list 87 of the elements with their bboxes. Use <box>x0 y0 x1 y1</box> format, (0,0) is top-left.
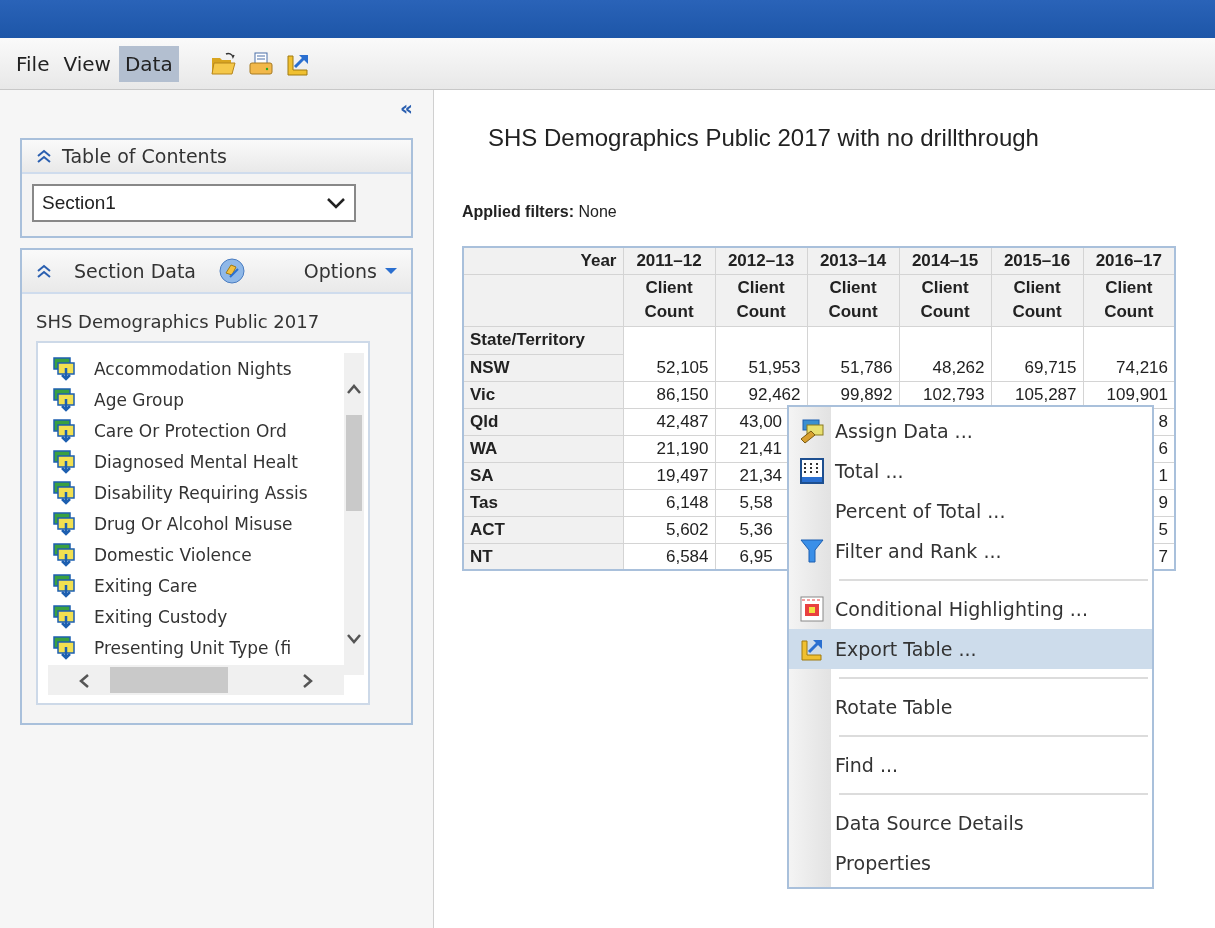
data-item-icon <box>52 479 78 506</box>
field-list-item[interactable]: Exiting Custody <box>94 605 228 628</box>
row-header: State/Territory <box>463 326 623 354</box>
data-item-icon <box>52 355 78 382</box>
measure-header: Client Count <box>919 277 971 323</box>
menu-item[interactable]: Data <box>118 45 179 82</box>
scroll-left-icon[interactable] <box>78 673 90 689</box>
measure-header: Client Count <box>1103 277 1155 323</box>
data-item-icon <box>52 634 78 661</box>
scrollbar-thumb[interactable] <box>346 415 362 511</box>
field-list-item[interactable]: Disability Requiring Assis <box>94 481 308 504</box>
data-item-icon <box>52 572 78 599</box>
context-menu-item[interactable]: Properties <box>789 843 1152 883</box>
data-item-icon <box>52 541 78 568</box>
options-menu-button[interactable]: Options <box>303 256 397 286</box>
panel-title: Table of Contents <box>62 143 227 169</box>
table-cell: 51,953 <box>715 354 807 381</box>
row-header: Tas <box>463 489 623 516</box>
collapse-icon[interactable] <box>36 149 52 163</box>
field-list-item[interactable]: Exiting Care <box>94 574 198 597</box>
assign-data-icon <box>798 417 826 445</box>
data-item-icon <box>52 603 78 630</box>
column-header: 2012–13 <box>715 247 807 274</box>
menu-item[interactable]: File <box>10 45 56 82</box>
table-cell: 52,105 <box>623 354 715 381</box>
field-list-item[interactable]: Drug Or Alcohol Misuse <box>94 512 293 535</box>
column-header: 2014–15 <box>899 247 991 274</box>
total-icon <box>799 457 825 485</box>
horizontal-scrollbar[interactable] <box>48 665 344 695</box>
field-list-item[interactable]: Age Group <box>94 388 185 411</box>
row-header: Vic <box>463 381 623 408</box>
table-cell: 48,262 <box>899 354 991 381</box>
row-header: Qld <box>463 408 623 435</box>
context-menu-item[interactable]: Export Table ... <box>789 629 1152 669</box>
row-header: ACT <box>463 516 623 543</box>
context-menu-item[interactable]: Rotate Table <box>789 687 1152 727</box>
measure-header: Client Count <box>1011 277 1063 323</box>
collapse-panel-button[interactable]: « <box>400 98 413 118</box>
row-header: WA <box>463 435 623 462</box>
row-header: NSW <box>463 354 623 381</box>
field-list-item[interactable]: Domestic Violence <box>94 543 252 566</box>
data-item-icon <box>52 417 78 444</box>
column-header: Year <box>463 247 623 274</box>
measure-header: Client Count <box>735 277 787 323</box>
context-menu-item[interactable]: Data Source Details <box>789 803 1152 843</box>
printer-icon[interactable] <box>246 49 275 78</box>
scroll-down-icon[interactable] <box>346 633 362 645</box>
scroll-up-icon[interactable] <box>346 383 362 395</box>
menu-item[interactable]: View <box>57 45 117 82</box>
funnel-icon <box>799 537 825 565</box>
field-list-item[interactable]: Care Or Protection Ord <box>94 419 287 442</box>
highlighting-icon <box>799 595 825 623</box>
column-header: 2011–12 <box>623 247 715 274</box>
section-select[interactable]: Section1 <box>32 184 356 222</box>
table-cell: 69,715 <box>991 354 1083 381</box>
table-cell: 42,487 <box>623 408 715 435</box>
table-cell: 51,786 <box>807 354 899 381</box>
scrollbar-thumb[interactable] <box>110 667 228 693</box>
table-cell: 5,602 <box>623 516 715 543</box>
measure-header: Client Count <box>643 277 695 323</box>
field-list-item[interactable]: Presenting Unit Type (fi <box>94 636 292 659</box>
table-cell: 6,148 <box>623 489 715 516</box>
collapse-icon[interactable] <box>36 264 52 278</box>
refresh-data-icon[interactable] <box>218 257 246 285</box>
context-menu-item[interactable]: Find ... <box>789 745 1152 785</box>
data-source-name: SHS Demographics Public 2017 <box>36 310 321 334</box>
table-cell: 86,150 <box>623 381 715 408</box>
dropdown-arrow-icon <box>385 267 397 275</box>
chevron-down-icon <box>326 197 346 209</box>
scroll-right-icon[interactable] <box>302 673 314 689</box>
data-item-icon <box>52 510 78 537</box>
table-cell: 21,190 <box>623 435 715 462</box>
context-menu-item[interactable]: Conditional Highlighting ... <box>789 589 1152 629</box>
applied-filters-text: Applied filters: None <box>462 202 618 222</box>
data-item-icon <box>52 386 78 413</box>
row-header: SA <box>463 462 623 489</box>
measure-header: Client Count <box>827 277 879 323</box>
row-header: NT <box>463 543 623 570</box>
vertical-scrollbar[interactable] <box>344 353 364 675</box>
column-header: 2013–14 <box>807 247 899 274</box>
panel-title: Section Data <box>74 258 196 284</box>
field-list-item[interactable]: Accommodation Nights <box>94 357 292 380</box>
field-list-item[interactable]: Diagnosed Mental Healt <box>94 450 298 473</box>
column-header: 2015–16 <box>991 247 1083 274</box>
table-cell: 19,497 <box>623 462 715 489</box>
report-title: SHS Demographics Public 2017 with no drillthrough <box>488 123 1040 153</box>
data-item-icon <box>52 448 78 475</box>
